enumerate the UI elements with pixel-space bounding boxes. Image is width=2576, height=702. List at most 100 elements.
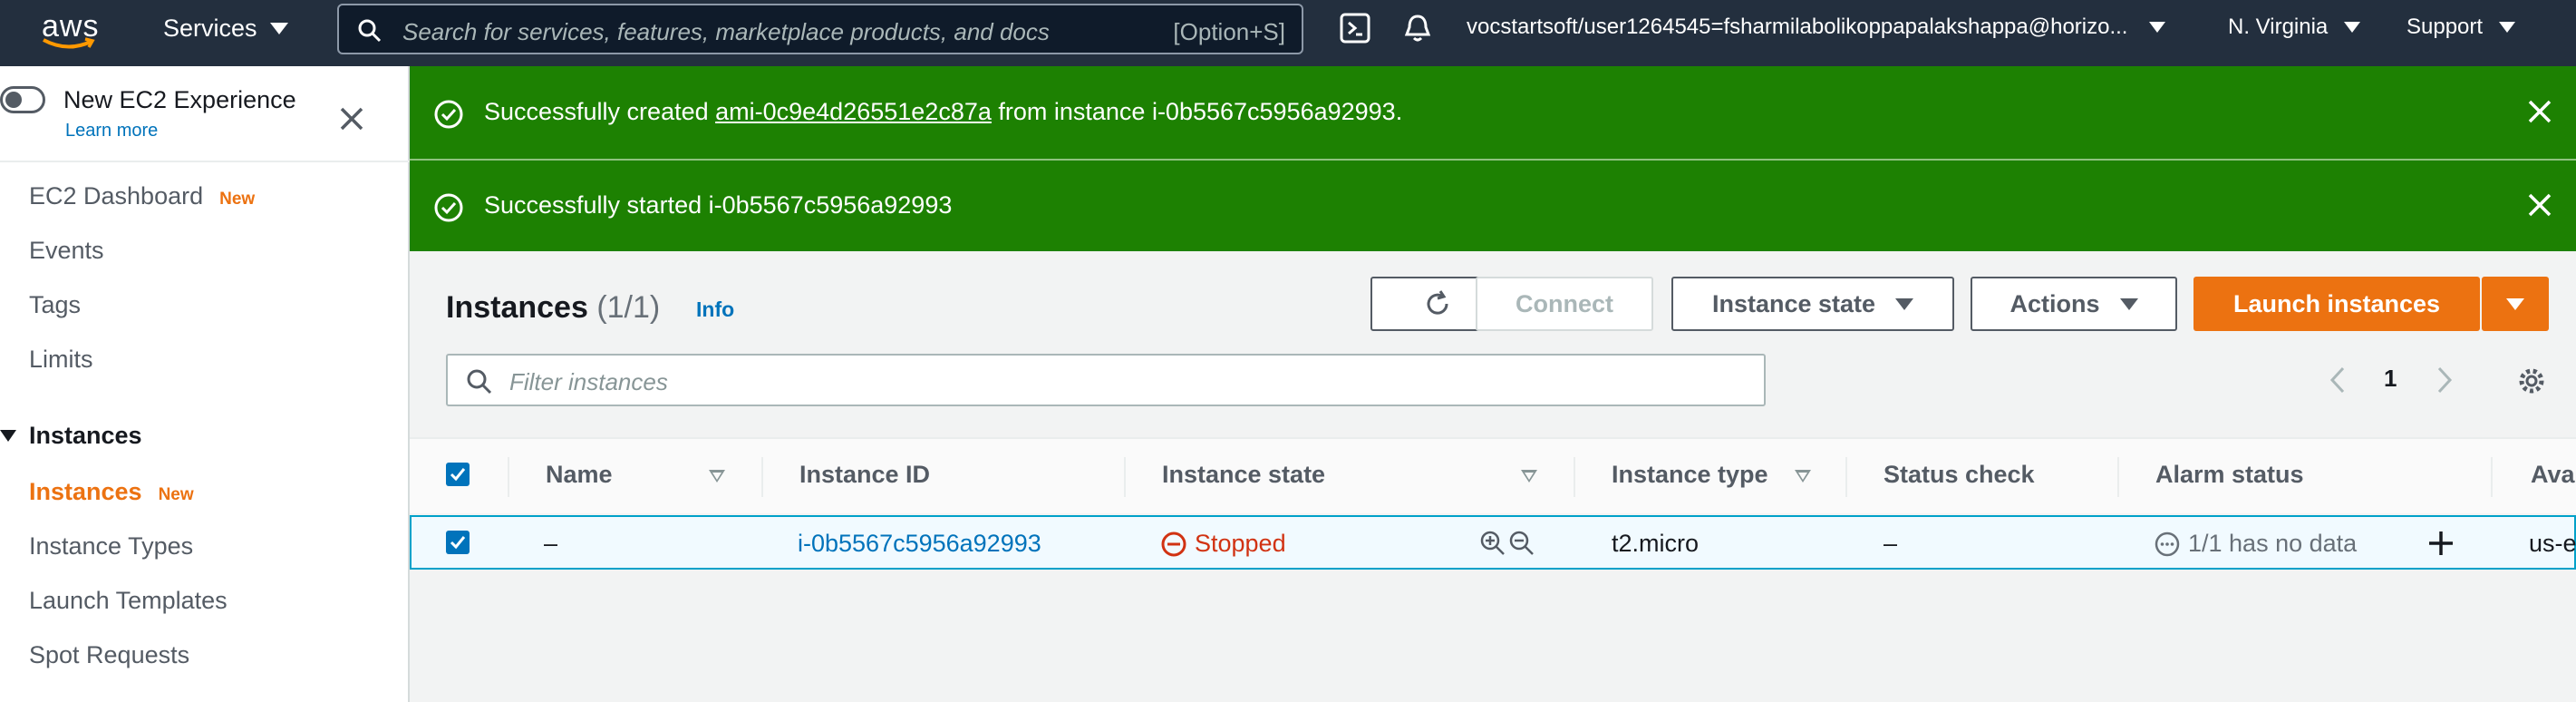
region-menu[interactable]: N. Virginia [2228, 15, 2361, 40]
page-title: Instances (1/1) [446, 290, 660, 326]
chevron-left-icon[interactable] [2328, 366, 2348, 395]
sidebar: New EC2 Experience Learn more EC2 Dashbo… [0, 66, 410, 702]
support-menu[interactable]: Support [2407, 15, 2516, 40]
sidebar-item-instance-types[interactable]: Instance Types [29, 532, 193, 561]
add-alarm-plus-icon[interactable] [2426, 528, 2456, 559]
caret-down-icon [2119, 297, 2138, 310]
connect-button[interactable]: Connect [1476, 277, 1653, 331]
caret-down-icon [269, 23, 288, 34]
flash-message-instance-started: Successfully started i-0b5567c5956a92993 [410, 161, 2576, 251]
launch-instances-button[interactable]: Launch instances [2193, 277, 2480, 331]
new-experience-label: New EC2 Experience [63, 86, 296, 113]
sidebar-item-label: Limits [29, 346, 93, 373]
sidebar-item-label: Instances [29, 478, 142, 505]
learn-more-link[interactable]: Learn more [65, 121, 158, 141]
sort-icon[interactable] [1795, 470, 1811, 483]
sidebar-section-instances[interactable]: Instances [0, 422, 142, 450]
sidebar-item-ec2-dashboard[interactable]: EC2 Dashboard New [29, 182, 255, 210]
sidebar-item-limits[interactable]: Limits [29, 346, 93, 374]
checkmark-icon [450, 468, 466, 482]
search-placeholder: Search for services, features, marketpla… [402, 18, 1050, 45]
table-row[interactable]: – i-0b5567c5956a92993 Stopped t2.micro –… [410, 515, 2576, 570]
info-link[interactable]: Info [696, 297, 734, 322]
sidebar-item-tags[interactable]: Tags [29, 291, 81, 319]
success-check-icon [434, 193, 463, 222]
pending-dots-icon [2155, 531, 2180, 556]
account-menu[interactable]: vocstartsoft/user1264545=fsharmilaboliko… [1467, 15, 2166, 40]
sidebar-item-label: Spot Requests [29, 641, 190, 668]
notification-bell-icon[interactable] [1403, 13, 1432, 44]
services-menu[interactable]: Services [163, 15, 288, 43]
column-separator [1124, 457, 1126, 497]
filter-instances-input[interactable]: Filter instances [446, 354, 1766, 406]
column-header-name[interactable]: Name [546, 461, 613, 489]
page-title-text: Instances [446, 290, 588, 325]
close-icon[interactable] [2527, 99, 2552, 124]
sort-icon[interactable] [1521, 470, 1537, 483]
caret-down-icon [2506, 297, 2524, 310]
search-shortcut: [Option+S] [1173, 18, 1285, 45]
flash-message-text: Successfully started i-0b5567c5956a92993 [484, 191, 953, 219]
cloudshell-icon[interactable] [1340, 13, 1370, 44]
top-navigation: aws Services Search for services, featur… [0, 0, 2576, 66]
sidebar-item-events[interactable]: Events [29, 237, 104, 265]
filter-placeholder: Filter instances [509, 368, 668, 395]
checkmark-icon [450, 536, 466, 550]
sidebar-section-label: Instances [29, 422, 142, 449]
chevron-right-icon[interactable] [2435, 366, 2455, 395]
close-icon[interactable] [2527, 192, 2552, 218]
flash-prefix: Successfully created [484, 98, 716, 125]
sidebar-item-label: EC2 Dashboard [29, 182, 204, 210]
sidebar-item-instances[interactable]: Instances New [29, 478, 194, 506]
page-number[interactable]: 1 [2384, 365, 2397, 393]
select-all-checkbox[interactable] [446, 463, 470, 486]
sort-icon[interactable] [709, 470, 725, 483]
column-header-instance-id[interactable]: Instance ID [799, 461, 930, 489]
column-header-instance-state[interactable]: Instance state [1162, 461, 1325, 489]
toggle-knob [5, 92, 22, 108]
sidebar-item-label: Instance Types [29, 532, 194, 560]
launch-dropdown-button[interactable] [2482, 277, 2549, 331]
launch-instances-label: Launch instances [2232, 289, 2441, 317]
close-icon[interactable] [339, 106, 364, 132]
sidebar-item-label: Tags [29, 291, 82, 318]
sidebar-item-label: Launch Templates [29, 587, 228, 614]
column-header-status-check[interactable]: Status check [1884, 461, 2035, 489]
account-label: vocstartsoft/user1264545=fsharmilaboliko… [1467, 15, 2128, 39]
aws-smile-icon [43, 37, 95, 49]
instance-state-label: Instance state [1711, 289, 1876, 317]
new-badge: New [158, 485, 194, 504]
actions-button[interactable]: Actions [1971, 277, 2177, 331]
alarm-status-text: 1/1 has no data [2188, 530, 2358, 557]
column-header-alarm-status[interactable]: Alarm status [2155, 461, 2304, 489]
flash-suffix: from instance i-0b5567c5956a92993. [991, 98, 1403, 125]
caret-down-icon [2149, 22, 2166, 33]
cell-instance-id-link[interactable]: i-0b5567c5956a92993 [798, 530, 1041, 558]
connect-label: Connect [1516, 289, 1613, 317]
sidebar-item-label: Events [29, 237, 104, 264]
settings-gear-icon[interactable] [2516, 366, 2547, 396]
sidebar-item-launch-templates[interactable]: Launch Templates [29, 587, 228, 615]
sidebar-item-spot-requests[interactable]: Spot Requests [29, 641, 189, 669]
zoom-out-icon[interactable] [1508, 530, 1535, 557]
caret-down-icon [2344, 22, 2361, 33]
caret-down-icon [1895, 297, 1914, 310]
region-label: N. Virginia [2228, 15, 2329, 39]
new-experience-toggle[interactable] [0, 86, 45, 113]
column-header-availability-zone[interactable]: Avai [2531, 461, 2576, 489]
column-separator [508, 457, 509, 497]
cell-status-check: – [1884, 530, 1898, 557]
row-checkbox[interactable] [446, 531, 470, 554]
instance-state-button[interactable]: Instance state [1671, 277, 1954, 331]
search-input[interactable]: Search for services, features, marketpla… [337, 4, 1303, 54]
table-header: Name Instance ID Instance state Instance… [410, 437, 2576, 513]
column-header-instance-type[interactable]: Instance type [1612, 461, 1768, 489]
aws-logo[interactable]: aws [36, 5, 118, 60]
flash-message-ami-created: Successfully created ami-0c9e4d26551e2c8… [410, 66, 2576, 159]
new-badge: New [219, 190, 256, 209]
zoom-in-icon[interactable] [1479, 530, 1506, 557]
ami-link[interactable]: ami-0c9e4d26551e2c87a [715, 98, 992, 125]
caret-down-icon [2499, 22, 2516, 33]
instance-count: (1/1) [596, 290, 661, 325]
instance-state-text: Stopped [1195, 530, 1286, 557]
